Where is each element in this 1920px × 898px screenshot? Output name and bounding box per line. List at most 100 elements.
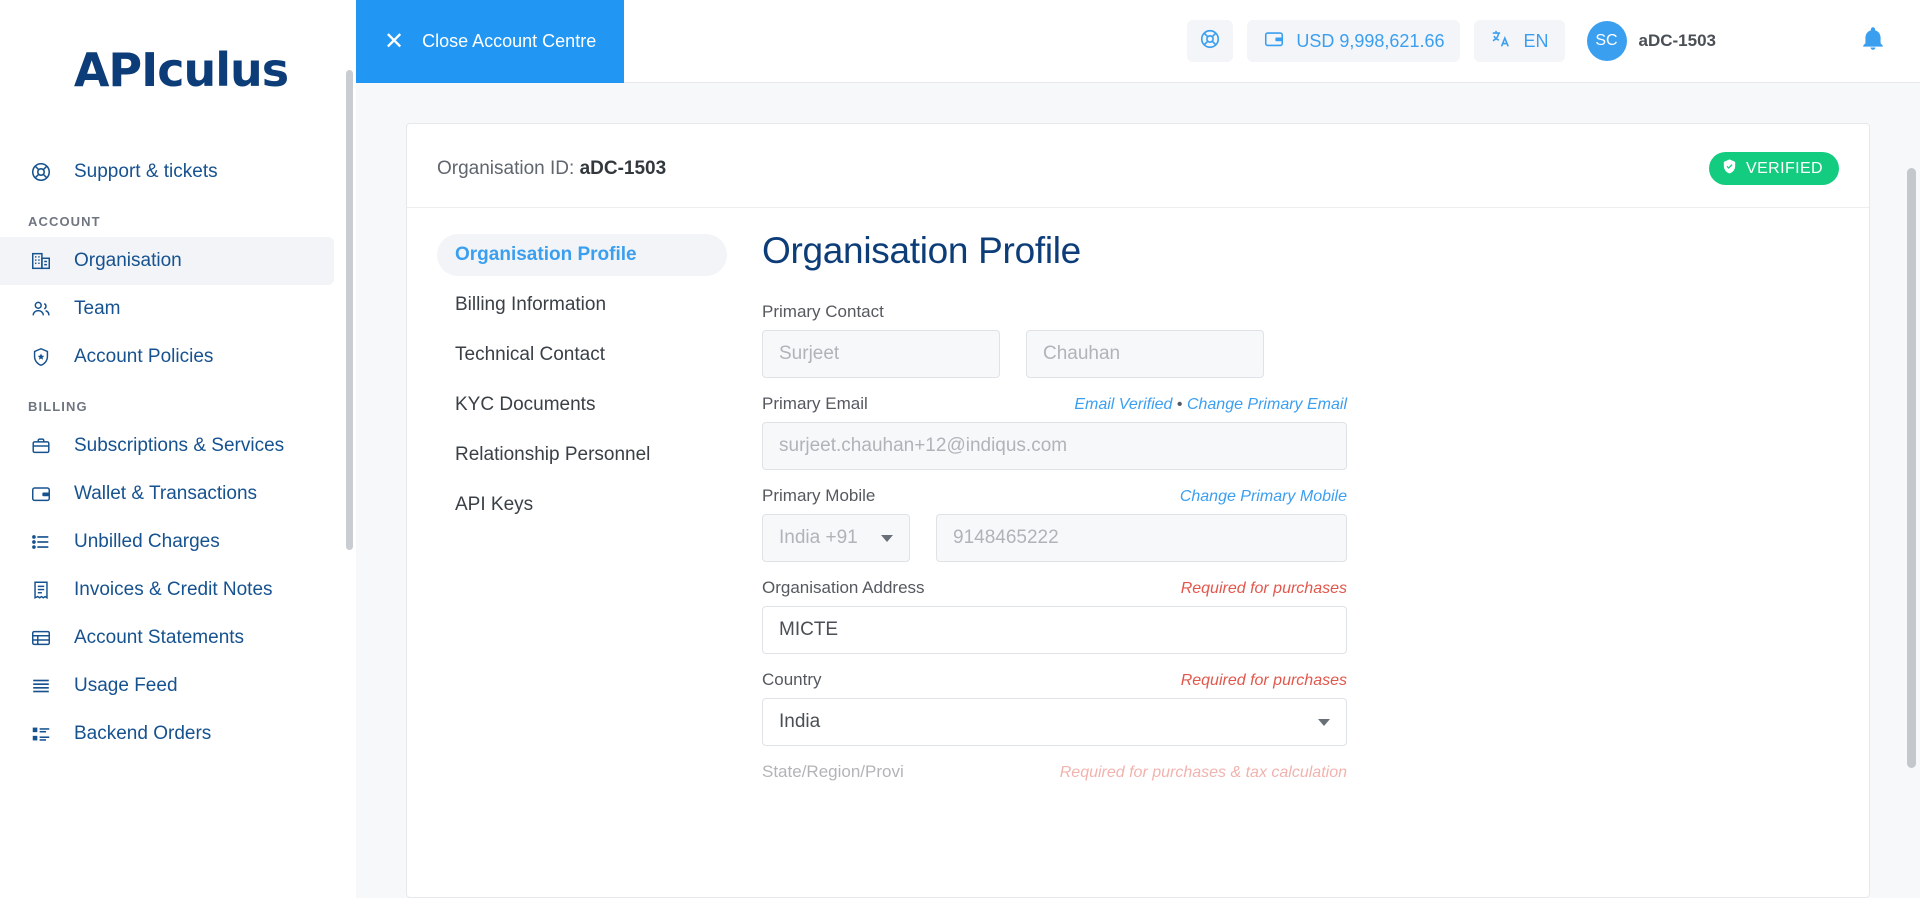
close-account-centre-label: Close Account Centre	[422, 31, 597, 51]
sidebar-item-account-statements[interactable]: Account Statements	[0, 614, 356, 662]
sidebar-item-team[interactable]: Team	[0, 285, 356, 333]
primary-contact-label: Primary Contact	[762, 302, 884, 321]
sidebar-item-subscriptions-services[interactable]: Subscriptions & Services	[0, 422, 356, 470]
country-hint: Required for purchases	[1180, 672, 1347, 689]
shield-star-icon	[30, 346, 52, 368]
country-field: Country Required for purchases India	[762, 670, 1347, 746]
page-title: Organisation Profile	[762, 230, 1081, 271]
sidebar-item-unbilled-charges[interactable]: Unbilled Charges	[0, 518, 356, 566]
sidebar-item-label: Backend Orders	[74, 723, 212, 744]
change-primary-email-link[interactable]: Change Primary Email	[1187, 396, 1347, 413]
tab-label: Organisation Profile	[455, 244, 637, 265]
main-scrollbar[interactable]	[1907, 168, 1916, 768]
country-code-select[interactable]: India +91	[762, 514, 910, 562]
main-area: ✕ Close Account Centre USD 9,998,621.66 …	[356, 0, 1920, 898]
tab-kyc-documents[interactable]: KYC Documents	[437, 384, 727, 426]
sidebar-item-label: Usage Feed	[74, 675, 178, 696]
sidebar-item-wallet-transactions[interactable]: Wallet & Transactions	[0, 470, 356, 518]
organisation-card: Organisation ID: aDC-1503 VERIFIED Organ…	[406, 123, 1870, 898]
receipt-icon	[30, 579, 52, 601]
tab-label: Technical Contact	[455, 344, 605, 365]
notifications-button[interactable]	[1860, 26, 1886, 57]
status-badge-label: VERIFIED	[1746, 159, 1823, 177]
user-menu[interactable]: SC aDC-1503	[1586, 21, 1717, 61]
brand-logo[interactable]: APIculus	[0, 0, 356, 140]
sidebar-item-account-policies[interactable]: Account Policies	[0, 333, 356, 381]
sidebar-item-label: Wallet & Transactions	[74, 483, 258, 504]
sidebar-item-label: Support & tickets	[74, 161, 218, 182]
topbar-actions: USD 9,998,621.66 EN SC aDC-1503	[1187, 0, 1920, 82]
sidebar-item-label: Subscriptions & Services	[74, 435, 285, 456]
organisation-address-label: Organisation Address	[762, 578, 925, 597]
translate-icon	[1490, 28, 1512, 55]
sidebar: APIculus Support & tickets ACCOUNT Organ…	[0, 0, 356, 898]
tab-label: API Keys	[455, 494, 534, 515]
sidebar-item-label: Team	[74, 298, 121, 319]
card-header: Organisation ID: aDC-1503 VERIFIED	[407, 124, 1869, 208]
sidebar-scrollbar[interactable]	[346, 70, 353, 550]
primary-mobile-label: Primary Mobile	[762, 486, 876, 505]
sidebar-section-billing: BILLING	[28, 399, 88, 414]
user-account-id: aDC-1503	[1638, 31, 1717, 50]
sidebar-item-backend-orders[interactable]: Backend Orders	[0, 710, 356, 758]
close-icon: ✕	[384, 27, 405, 55]
first-name-input[interactable]: Surjeet	[762, 330, 1000, 378]
tab-organisation-profile[interactable]: Organisation Profile	[437, 234, 727, 276]
sidebar-item-label: Invoices & Credit Notes	[74, 579, 273, 600]
brand-logo-text: APIculus	[73, 43, 289, 97]
tab-technical-contact[interactable]: Technical Contact	[437, 334, 727, 376]
language-value: EN	[1523, 30, 1549, 51]
country-select[interactable]: India	[762, 698, 1347, 746]
wallet-icon	[30, 483, 52, 505]
sidebar-nav: Support & tickets ACCOUNT Organisation T…	[0, 140, 356, 758]
tab-label: KYC Documents	[455, 394, 596, 415]
sidebar-item-usage-feed[interactable]: Usage Feed	[0, 662, 356, 710]
primary-mobile-field: Primary Mobile Change Primary Mobile Ind…	[762, 486, 1347, 562]
sidebar-item-organisation[interactable]: Organisation	[0, 237, 334, 285]
language-selector[interactable]: EN	[1474, 20, 1565, 62]
lines-icon	[30, 675, 52, 697]
organisation-id-label: Organisation ID:	[437, 157, 575, 179]
wallet-icon	[1263, 28, 1285, 55]
mobile-number-input[interactable]: 9148465222	[936, 514, 1347, 562]
state-label: State/Region/Provi	[762, 762, 904, 781]
tab-label: Billing Information	[455, 294, 607, 315]
support-button[interactable]	[1187, 20, 1234, 62]
primary-email-input[interactable]: surjeet.chauhan+12@indiqus.com	[762, 422, 1347, 470]
tab-api-keys[interactable]: API Keys	[437, 484, 727, 526]
content-area: Organisation ID: aDC-1503 VERIFIED Organ…	[356, 83, 1920, 898]
change-primary-mobile-link[interactable]: Change Primary Mobile	[1180, 488, 1347, 506]
lifebuoy-icon	[1199, 28, 1221, 55]
sidebar-item-invoices-credit-notes[interactable]: Invoices & Credit Notes	[0, 566, 356, 614]
app-root: APIculus Support & tickets ACCOUNT Organ…	[0, 0, 1920, 898]
profile-tabs: Organisation Profile Billing Information…	[437, 230, 727, 798]
primary-contact-field: Primary Contact Surjeet Chauhan	[762, 302, 1347, 378]
last-name-input[interactable]: Chauhan	[1026, 330, 1264, 378]
wallet-balance-button[interactable]: USD 9,998,621.66	[1247, 20, 1461, 62]
tab-billing-information[interactable]: Billing Information	[437, 284, 727, 326]
order-list-icon	[30, 723, 52, 745]
separator: •	[1176, 396, 1183, 413]
organisation-address-hint: Required for purchases	[1180, 580, 1347, 597]
tab-relationship-personnel[interactable]: Relationship Personnel	[437, 434, 727, 476]
organisation-address-input[interactable]: MICTE	[762, 606, 1347, 654]
tab-label: Relationship Personnel	[455, 444, 651, 465]
wallet-balance-amount: USD 9,998,621.66	[1296, 30, 1445, 51]
building-icon	[30, 250, 52, 272]
country-code-value: India +91	[779, 527, 858, 548]
status-badge: VERIFIED	[1709, 152, 1839, 185]
close-account-centre-button[interactable]: ✕ Close Account Centre	[356, 0, 625, 83]
chevron-down-icon	[1318, 718, 1330, 726]
country-label: Country	[762, 670, 822, 689]
organisation-id-value: aDC-1503	[579, 157, 667, 179]
lifebuoy-icon	[30, 161, 52, 183]
state-hint: Required for purchases & tax calculation	[1059, 764, 1347, 781]
table-icon	[30, 627, 52, 649]
country-value: India	[779, 711, 821, 732]
sidebar-item-support-tickets[interactable]: Support & tickets	[0, 148, 356, 196]
card-body: Organisation Profile Billing Information…	[407, 208, 1869, 798]
briefcase-icon	[30, 435, 52, 457]
list-icon	[30, 531, 52, 553]
sidebar-item-label: Account Policies	[74, 346, 214, 367]
organisation-id: Organisation ID: aDC-1503	[437, 158, 666, 180]
